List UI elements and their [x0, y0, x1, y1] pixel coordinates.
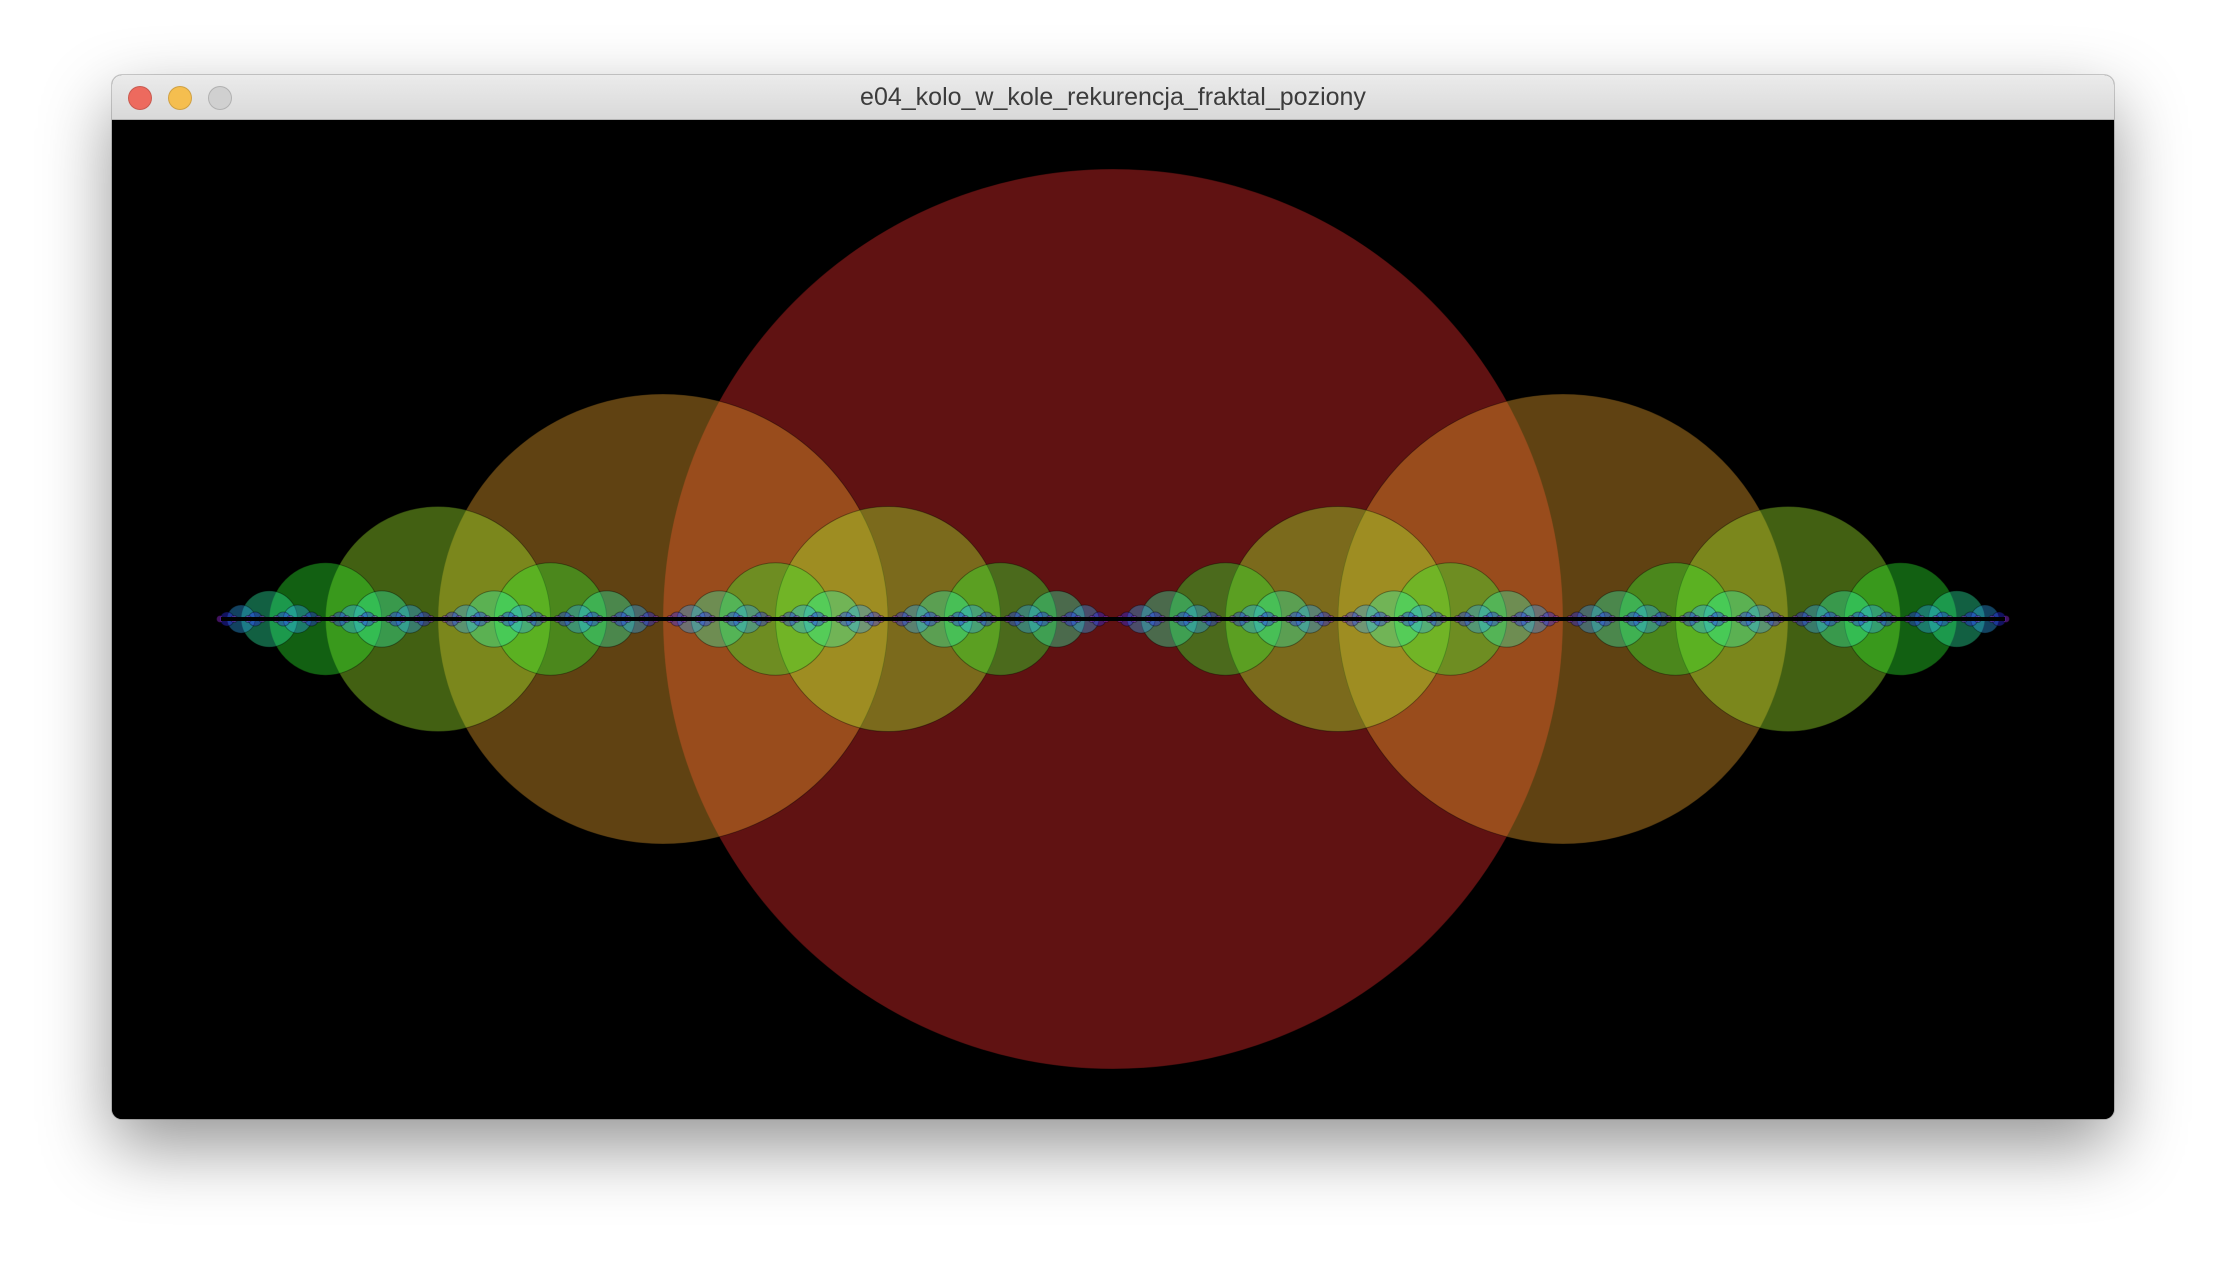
title-bar[interactable]: e04_kolo_w_kole_rekurencja_fraktal_pozio…: [112, 75, 2114, 120]
fractal-drawing: [112, 120, 2114, 1119]
sketch-canvas[interactable]: [112, 120, 2114, 1119]
window-title: e04_kolo_w_kole_rekurencja_fraktal_pozio…: [860, 83, 1366, 111]
app-window: e04_kolo_w_kole_rekurencja_fraktal_pozio…: [112, 75, 2114, 1119]
